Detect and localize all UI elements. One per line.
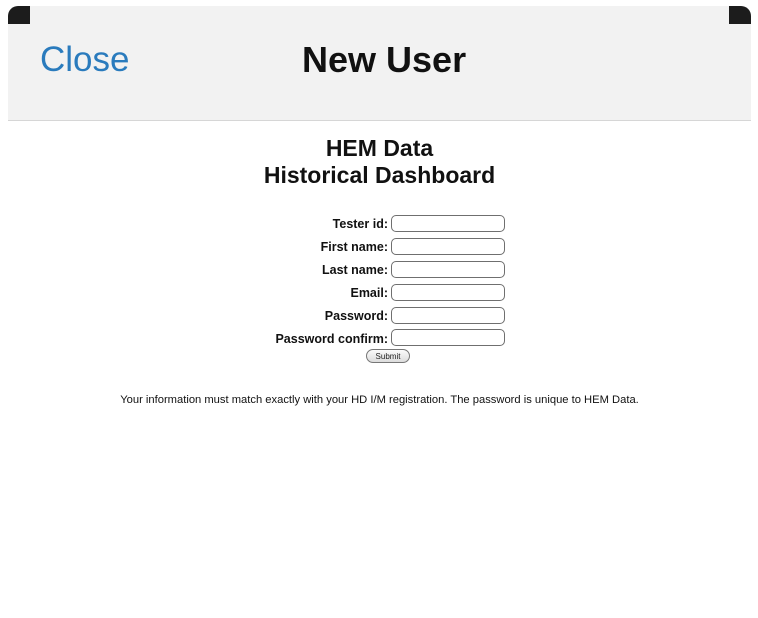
- first-name-label: First name:: [320, 240, 388, 254]
- modal-sheet: Close New User HEM Data Historical Dashb…: [8, 6, 751, 618]
- first-name-input[interactable]: [391, 238, 505, 255]
- app-frame: Close New User HEM Data Historical Dashb…: [0, 0, 758, 618]
- password-label: Password:: [324, 309, 388, 323]
- submit-button[interactable]: Submit: [366, 349, 410, 363]
- web-content: HEM Data Historical Dashboard Tester id:…: [8, 121, 751, 618]
- last-name-label: Last name:: [322, 263, 388, 277]
- password-confirm-input[interactable]: [391, 329, 505, 346]
- page-heading-line1: HEM Data: [325, 135, 434, 161]
- registration-note: Your information must match exactly with…: [120, 394, 639, 406]
- close-button[interactable]: Close: [40, 42, 129, 77]
- last-name-input[interactable]: [391, 261, 505, 278]
- page-heading-line2: Historical Dashboard: [263, 162, 496, 188]
- navigation-bar: Close New User: [8, 6, 751, 121]
- email-label: Email:: [350, 286, 388, 300]
- email-input[interactable]: [391, 284, 505, 301]
- nav-title: New User: [302, 39, 467, 80]
- screen-corner-left: [8, 6, 30, 24]
- password-confirm-label: Password confirm:: [275, 332, 388, 346]
- tester-id-label: Tester id:: [332, 217, 388, 231]
- screen-corner-right: [729, 6, 751, 24]
- password-input[interactable]: [391, 307, 505, 324]
- tester-id-input[interactable]: [391, 215, 505, 232]
